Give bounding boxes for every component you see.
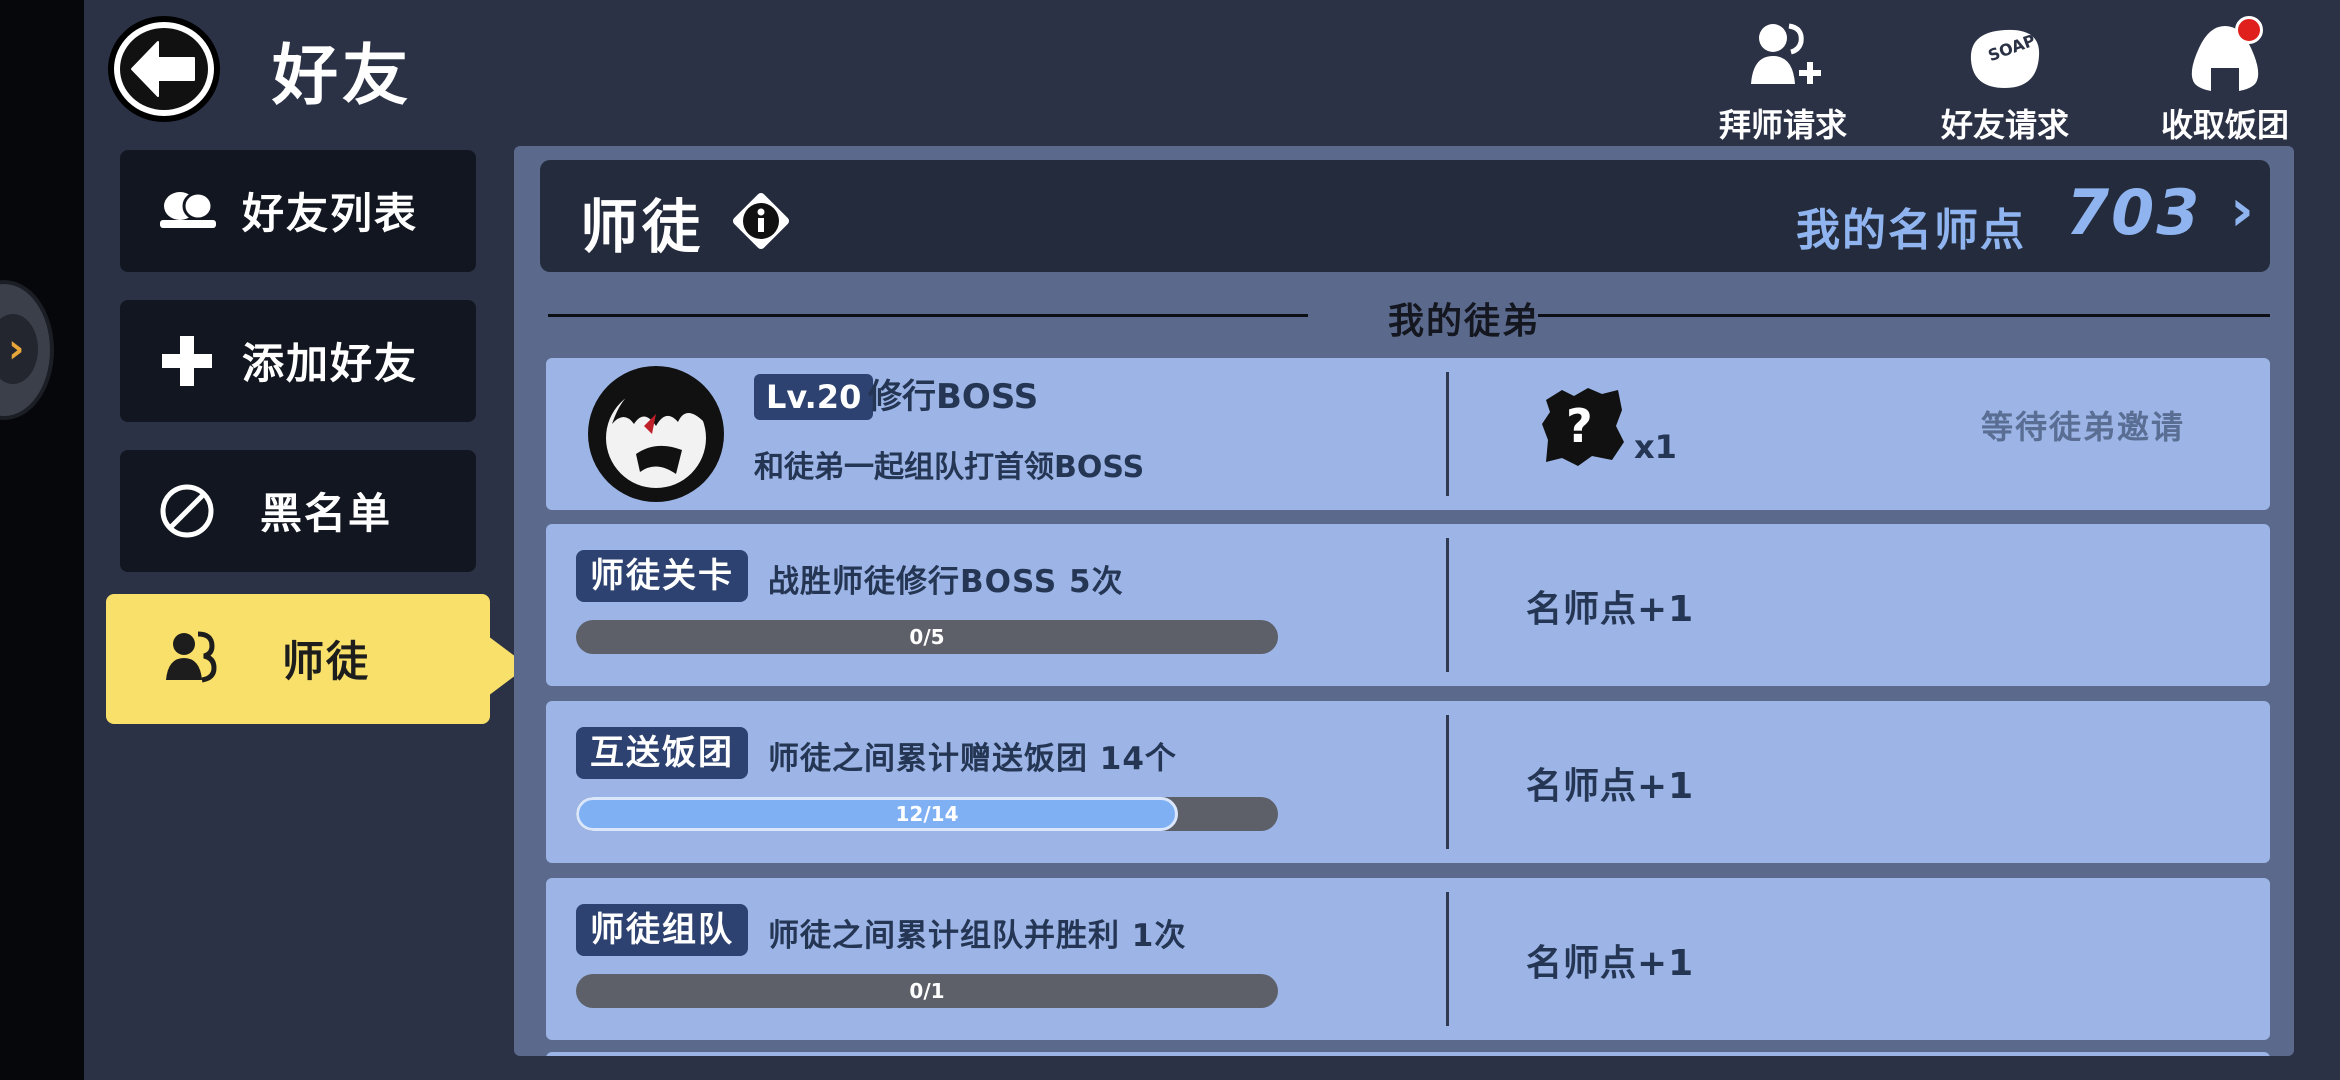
boss-description: 和徒弟一起组队打首领BOSS <box>754 450 1145 485</box>
blocked-icon <box>160 484 214 538</box>
reward-count: x1 <box>1634 428 1677 466</box>
page-title: 好友 <box>272 37 412 114</box>
svg-text:?: ? <box>1566 399 1593 453</box>
section-title: 我的徒弟 <box>1387 301 1540 342</box>
task-reward: 名师点+1 <box>1526 589 1695 630</box>
task-row-partial <box>546 1052 2270 1056</box>
sidebar-item-label: 好友列表 <box>242 189 419 238</box>
boss-level-badge: Lv.20 <box>754 374 874 420</box>
row-divider <box>1446 892 1449 1026</box>
notification-dot <box>2235 16 2263 44</box>
sidebar-item-friend-list[interactable]: 好友列表 <box>120 150 476 272</box>
task-reward: 名师点+1 <box>1526 766 1695 807</box>
collect-rice-ball-label: 收取饭团 <box>2160 106 2289 144</box>
plus-icon <box>162 336 212 386</box>
mentor-icon <box>166 631 217 683</box>
row-divider <box>1446 715 1449 849</box>
friends-list-icon <box>160 191 216 228</box>
add-mentor-icon <box>1751 23 1821 84</box>
row-divider <box>1446 372 1449 496</box>
mentor-points-label: 我的名师点 <box>1796 205 2026 256</box>
sidebar-item-label: 黑名单 <box>260 489 393 538</box>
task-row: 师徒关卡 战胜师徒修行BOSS 5次 0/5 名师点+1 <box>546 524 2270 686</box>
friend-request-button[interactable]: SOAP 好友请求 <box>1920 14 2090 144</box>
task-row: 师徒组队 师徒之间累计组队并胜利 1次 0/1 名师点+1 <box>546 878 2270 1040</box>
chevron-right-icon: › <box>8 326 25 372</box>
mentor-boss-row: Lv.20 修行BOSS 和徒弟一起组队打首领BOSS ? x1 等待徒弟邀请 <box>546 358 2270 510</box>
soap-icon: SOAP <box>1970 29 2040 88</box>
mentor-request-button[interactable]: 拜师请求 <box>1698 14 1868 144</box>
task-progress-bar: 0/1 <box>576 974 1278 1008</box>
task-description: 师徒之间累计赠送饭团 14个 <box>768 741 1177 777</box>
boss-avatar <box>588 366 724 502</box>
chevron-right-icon[interactable]: › <box>2230 176 2254 244</box>
progress-text: 0/5 <box>909 625 945 649</box>
friend-request-label: 好友请求 <box>1940 106 2069 144</box>
task-progress-bar: 12/14 <box>576 797 1278 831</box>
sidebar-item-mentor[interactable]: 师徒 <box>106 594 490 724</box>
task-badge: 互送饭团 <box>576 727 748 779</box>
section-divider-right <box>1538 314 2270 317</box>
panel-header: 师徒 我的名师点 703 › <box>540 160 2270 272</box>
task-badge: 师徒组队 <box>576 904 748 956</box>
arrow-left-icon <box>131 41 195 97</box>
task-reward: 名师点+1 <box>1526 943 1695 984</box>
progress-text: 0/1 <box>909 979 945 1003</box>
row-divider <box>1446 538 1449 672</box>
mentor-points-value: 703 <box>2066 176 2202 249</box>
progress-text: 12/14 <box>895 802 959 826</box>
boss-title: 修行BOSS <box>868 377 1039 417</box>
wait-status-text: 等待徒弟邀请 <box>1981 408 2186 446</box>
task-progress-bar: 0/5 <box>576 620 1278 654</box>
mentor-request-label: 拜师请求 <box>1718 106 1847 144</box>
task-row: 互送饭团 师徒之间累计赠送饭团 14个 12/14 名师点+1 <box>546 701 2270 863</box>
mentor-panel: 师徒 我的名师点 703 › 我的徒弟 Lv.20 修行BOSS 和徒弟一起组队… <box>514 146 2294 1056</box>
task-description: 战胜师徒修行BOSS 5次 <box>768 564 1124 600</box>
left-edge-strip <box>0 0 84 1080</box>
back-button[interactable] <box>108 16 220 122</box>
sidebar-item-label: 添加好友 <box>242 339 419 388</box>
sidebar-item-add-friend[interactable]: 添加好友 <box>120 300 476 422</box>
collect-rice-ball-button[interactable]: 收取饭团 <box>2140 14 2310 144</box>
task-description: 师徒之间累计组队并胜利 1次 <box>768 918 1187 954</box>
task-badge: 师徒关卡 <box>576 550 748 602</box>
section-divider-left <box>548 314 1308 317</box>
sidebar-item-label: 师徒 <box>282 637 371 686</box>
sidebar-item-blacklist[interactable]: 黑名单 <box>120 450 476 572</box>
panel-title: 师徒 <box>580 193 705 261</box>
info-icon[interactable] <box>728 188 794 254</box>
mystery-reward-icon: ? <box>1542 388 1624 466</box>
